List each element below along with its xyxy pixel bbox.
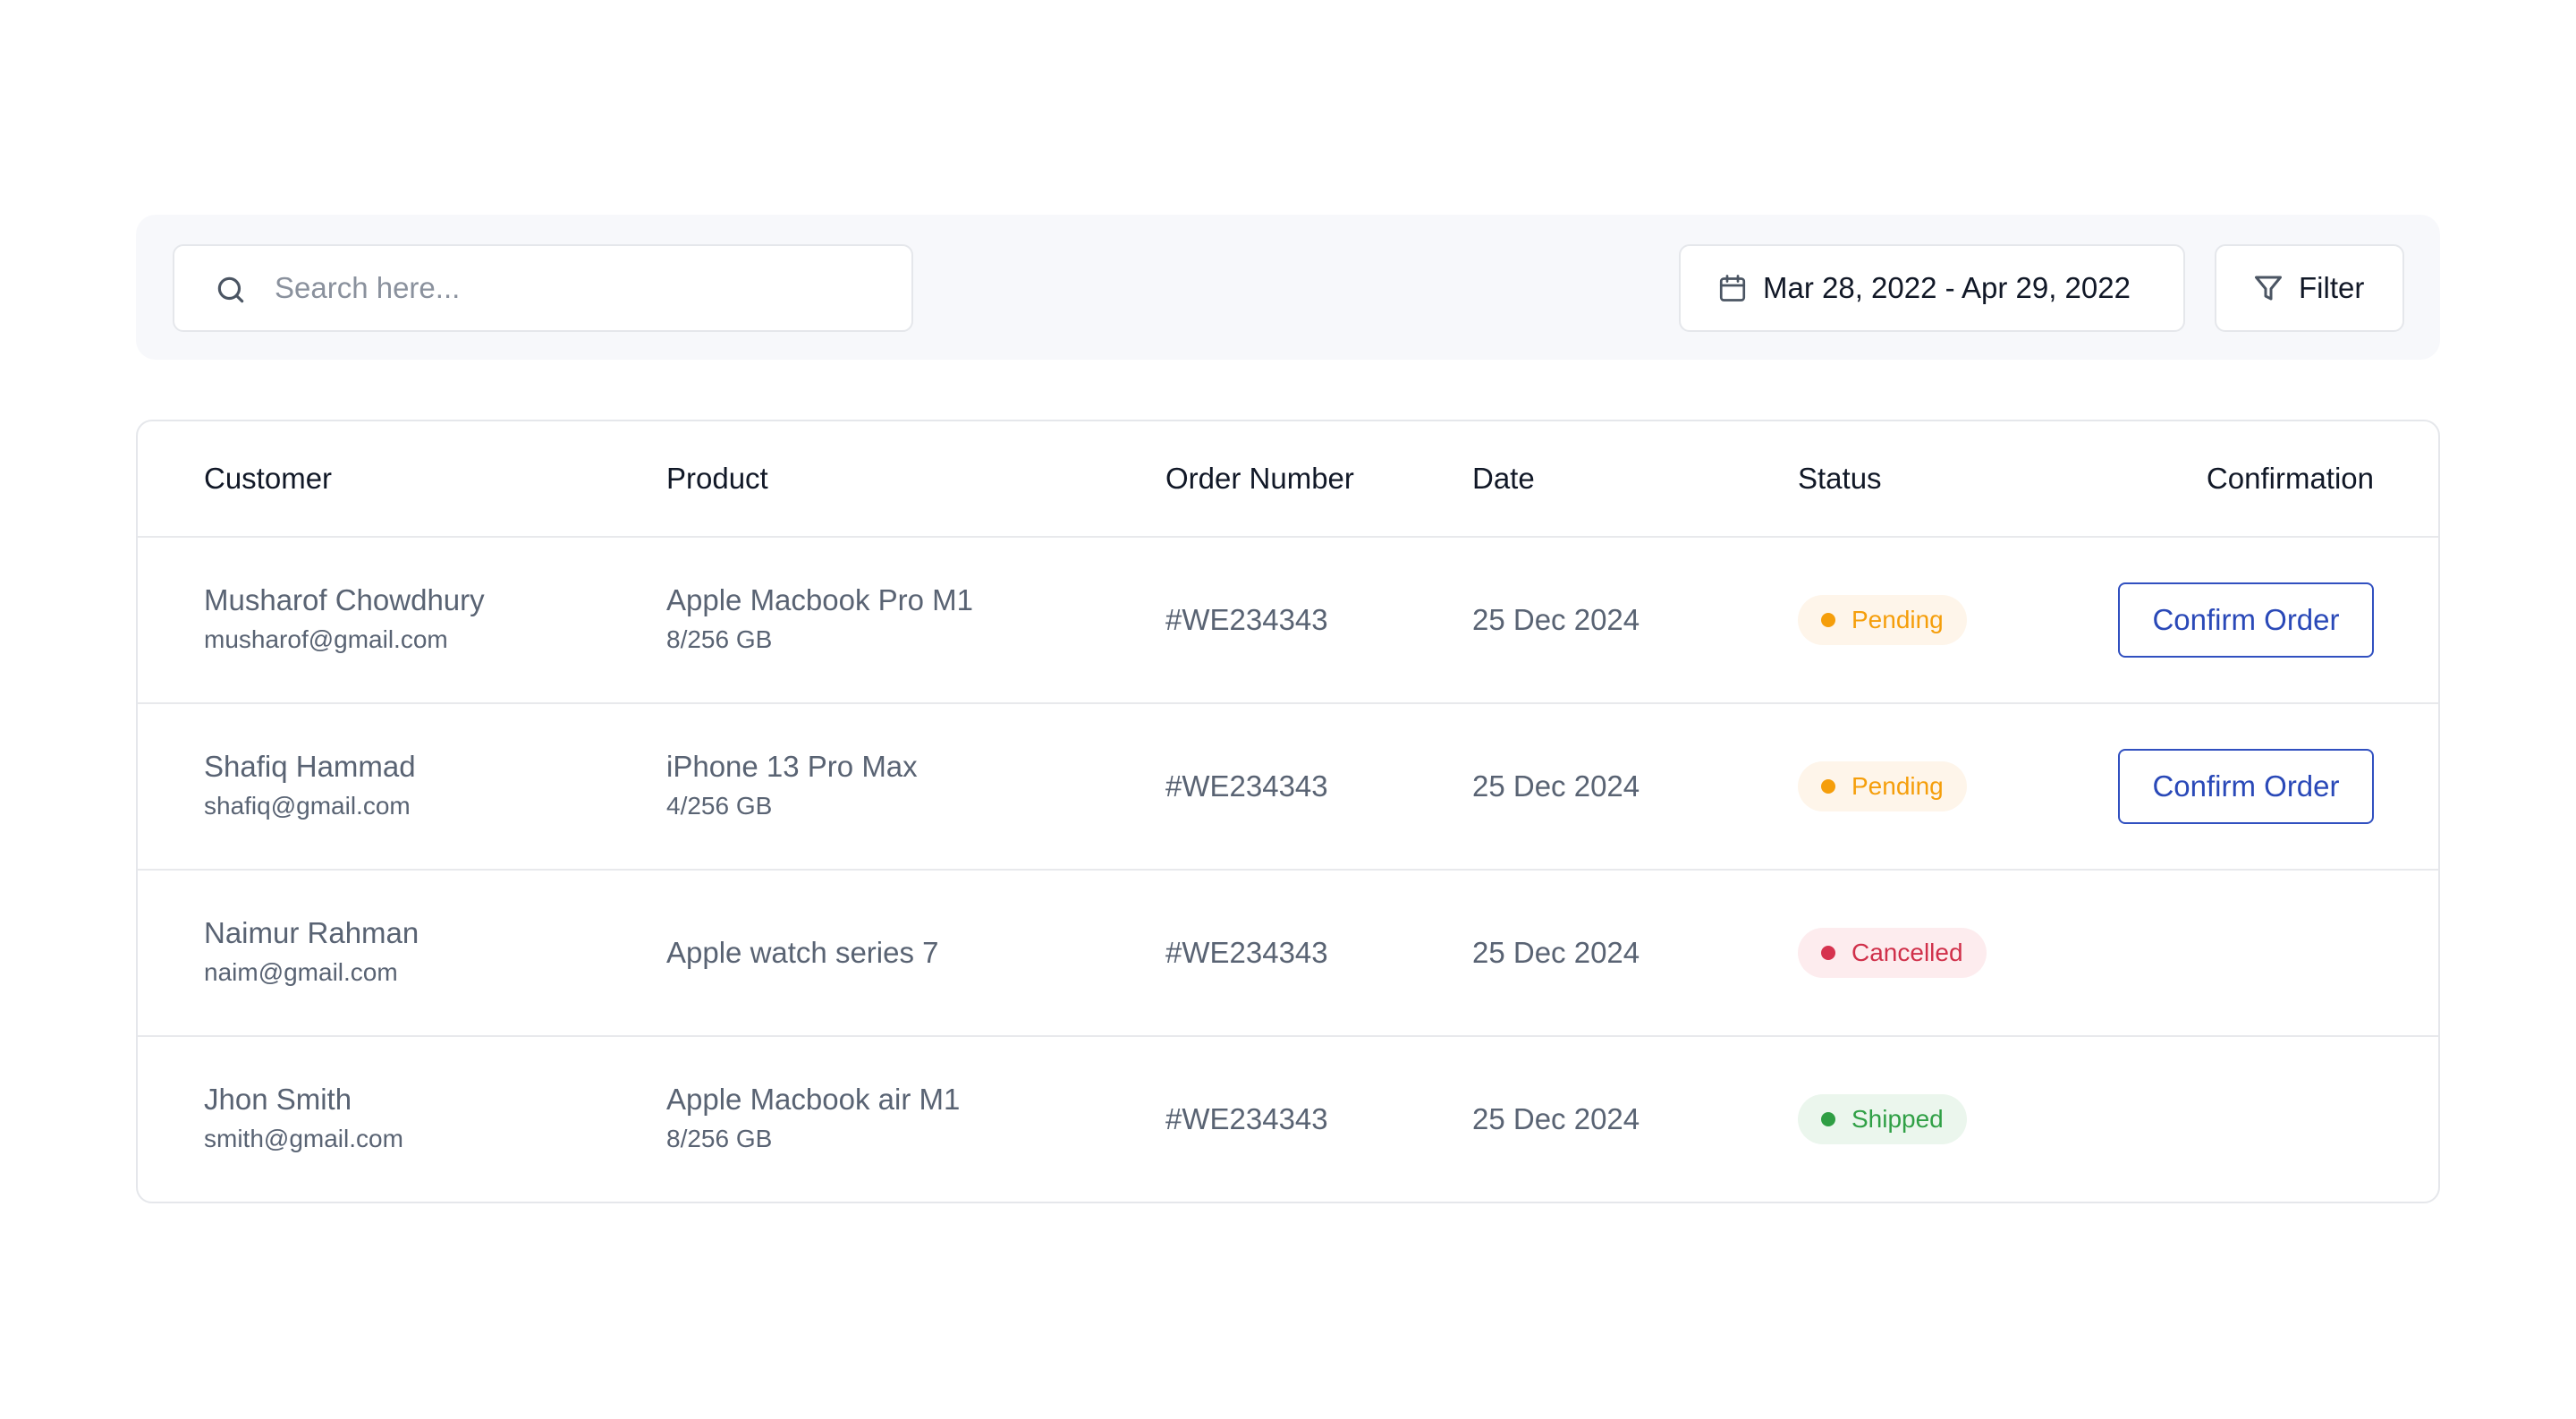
filter-label: Filter	[2299, 271, 2365, 304]
product-name: Apple watch series 7	[666, 936, 939, 969]
table-row: Jhon Smith smith@gmail.com Apple Macbook a…	[138, 1037, 2438, 1202]
search-box[interactable]	[173, 244, 913, 332]
customer-name: Naimur Rahman	[204, 916, 419, 949]
status-dot-icon	[1821, 946, 1835, 960]
order-number-cell: #WE234343	[1165, 538, 1328, 702]
order-date: 25 Dec 2024	[1472, 1102, 1640, 1135]
order-number: #WE234343	[1165, 769, 1328, 803]
column-header-date: Date	[1472, 462, 1535, 495]
status-cell: Pending	[1798, 538, 1967, 702]
product-cell: Apple watch series 7	[666, 871, 939, 1035]
customer-email: musharof@gmail.com	[204, 625, 448, 653]
customer-cell: Musharof Chowdhury musharof@gmail.com	[204, 538, 485, 702]
date-cell: 25 Dec 2024	[1472, 538, 1640, 702]
order-date: 25 Dec 2024	[1472, 603, 1640, 636]
product-spec: 8/256 GB	[666, 1125, 773, 1152]
status-label: Pending	[1852, 606, 1944, 633]
order-number: #WE234343	[1165, 1102, 1328, 1135]
confirmation-cell: Confirm Order	[2118, 704, 2374, 869]
status-dot-icon	[1821, 1112, 1835, 1126]
column-header-order-number: Order Number	[1165, 462, 1354, 495]
product-name: Apple Macbook air M1	[666, 1083, 961, 1116]
filter-icon	[2255, 276, 2282, 301]
product-spec: 4/256 GB	[666, 792, 773, 820]
column-header-confirmation: Confirmation	[2206, 462, 2374, 495]
search-icon	[217, 276, 244, 303]
confirm-order-button[interactable]: Confirm Order	[2118, 749, 2374, 824]
search-input[interactable]	[275, 246, 892, 330]
status-badge: Shipped	[1798, 1094, 1967, 1144]
order-number: #WE234343	[1165, 936, 1328, 969]
table-header: Customer Product Order Number Date Statu…	[138, 421, 2438, 538]
status-cell: Shipped	[1798, 1037, 1967, 1202]
order-number-cell: #WE234343	[1165, 871, 1328, 1035]
table-row: Naimur Rahman naim@gmail.com Apple watch s…	[138, 871, 2438, 1037]
date-cell: 25 Dec 2024	[1472, 871, 1640, 1035]
product-cell: Apple Macbook Pro M1 8/256 GB	[666, 538, 973, 702]
table-row: Musharof Chowdhury musharof@gmail.com Appl…	[138, 538, 2438, 704]
customer-email: smith@gmail.com	[204, 1125, 403, 1152]
table-row: Shafiq Hammad shafiq@gmail.com iPhone 13 P…	[138, 704, 2438, 871]
customer-name: Shafiq Hammad	[204, 750, 416, 783]
filter-button[interactable]: Filter	[2215, 244, 2404, 332]
date-cell: 25 Dec 2024	[1472, 704, 1640, 869]
order-date: 25 Dec 2024	[1472, 769, 1640, 803]
product-cell: iPhone 13 Pro Max 4/256 GB	[666, 704, 918, 869]
column-header-product: Product	[666, 462, 768, 495]
date-range-button[interactable]: Mar 28, 2022 - Apr 29, 2022	[1679, 244, 2185, 332]
status-dot-icon	[1821, 779, 1835, 794]
status-badge: Pending	[1798, 761, 1967, 811]
toolbar: Mar 28, 2022 - Apr 29, 2022 Filter	[136, 215, 2440, 360]
confirmation-cell: Confirm Order	[2118, 538, 2374, 702]
status-cell: Cancelled	[1798, 871, 1987, 1035]
customer-email: naim@gmail.com	[204, 958, 398, 986]
product-spec: 8/256 GB	[666, 625, 773, 653]
product-name: iPhone 13 Pro Max	[666, 750, 918, 783]
status-cell: Pending	[1798, 704, 1967, 869]
calendar-icon	[1719, 275, 1746, 302]
date-cell: 25 Dec 2024	[1472, 1037, 1640, 1202]
date-range-label: Mar 28, 2022 - Apr 29, 2022	[1763, 271, 2131, 304]
product-cell: Apple Macbook air M1 8/256 GB	[666, 1037, 960, 1202]
status-badge: Pending	[1798, 595, 1967, 645]
order-number-cell: #WE234343	[1165, 704, 1328, 869]
customer-cell: Shafiq Hammad shafiq@gmail.com	[204, 704, 416, 869]
customer-name: Musharof Chowdhury	[204, 583, 485, 616]
customer-name: Jhon Smith	[204, 1083, 352, 1116]
order-number: #WE234343	[1165, 603, 1328, 636]
column-header-status: Status	[1798, 462, 1882, 495]
confirm-order-button[interactable]: Confirm Order	[2118, 582, 2374, 658]
order-date: 25 Dec 2024	[1472, 936, 1640, 969]
status-badge: Cancelled	[1798, 928, 1987, 978]
customer-cell: Jhon Smith smith@gmail.com	[204, 1037, 403, 1202]
status-label: Shipped	[1852, 1105, 1944, 1133]
status-label: Pending	[1852, 772, 1944, 800]
status-dot-icon	[1821, 613, 1835, 627]
customer-email: shafiq@gmail.com	[204, 792, 411, 820]
orders-table: Customer Product Order Number Date Statu…	[136, 420, 2440, 1203]
status-label: Cancelled	[1852, 939, 1963, 966]
product-name: Apple Macbook Pro M1	[666, 583, 974, 616]
column-header-customer: Customer	[204, 462, 333, 495]
customer-cell: Naimur Rahman naim@gmail.com	[204, 871, 419, 1035]
order-number-cell: #WE234343	[1165, 1037, 1328, 1202]
